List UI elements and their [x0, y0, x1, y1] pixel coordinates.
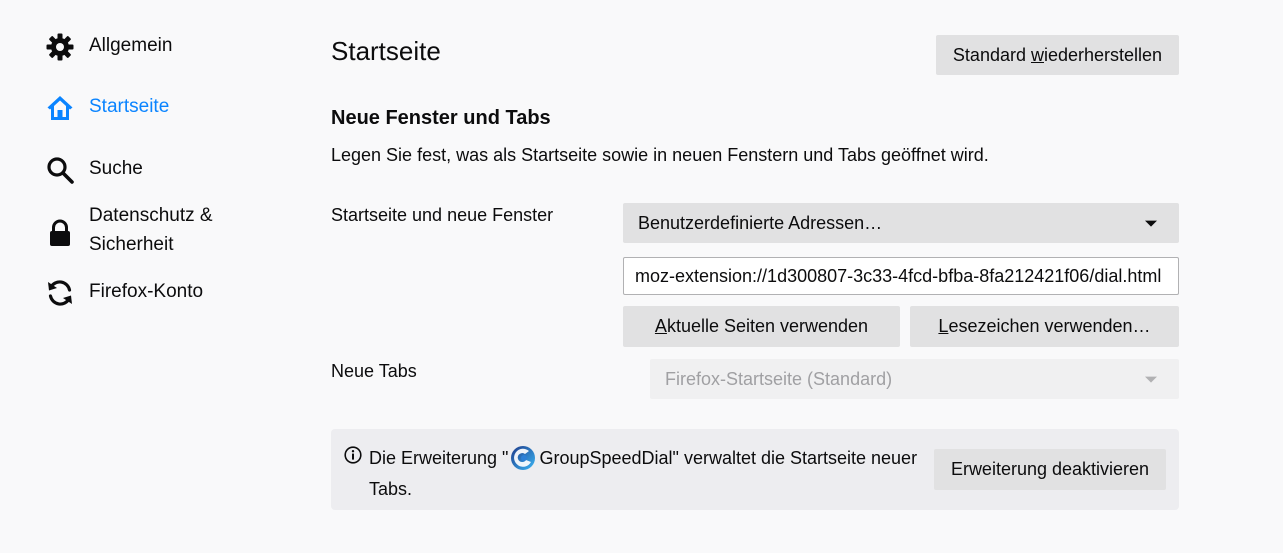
- notice-text: Die Erweiterung " GroupSpeedDial" verwal…: [369, 443, 929, 505]
- chevron-down-icon: [1145, 376, 1157, 383]
- search-icon: [44, 154, 76, 186]
- sidebar-item-firefox-konto[interactable]: Firefox-Konto: [44, 277, 203, 309]
- use-bookmark-accesskey: L: [938, 316, 949, 336]
- gear-icon: [44, 31, 76, 63]
- lock-icon: [44, 217, 76, 249]
- sidebar-item-label: Suche: [89, 158, 143, 179]
- use-bookmark-button[interactable]: Lesezeichen verwenden…: [910, 306, 1179, 347]
- sidebar-item-startseite[interactable]: Startseite: [44, 92, 169, 124]
- groupspeeddial-extension-icon: [511, 446, 536, 470]
- new-tabs-label: Neue Tabs: [331, 361, 417, 381]
- restore-defaults-label-prefix: Standard: [952, 44, 1031, 65]
- restore-defaults-button[interactable]: Standard w iederherstellen: [936, 35, 1179, 75]
- extension-control-notice: Die Erweiterung " GroupSpeedDial" verwal…: [331, 429, 1179, 510]
- sidebar-item-label: Startseite: [89, 96, 170, 117]
- section-description: Legen Sie fest, was als Startseite sowie…: [331, 145, 989, 165]
- use-current-pages-accesskey: A: [654, 316, 667, 336]
- homepage-url-input[interactable]: [623, 257, 1179, 295]
- sidebar-item-label: Firefox-Konto: [89, 281, 204, 302]
- use-bookmark-label: esezeichen verwenden…: [948, 316, 1151, 336]
- extension-name: GroupSpeedDial: [539, 448, 673, 468]
- homepage-label: Startseite und neue Fenster: [331, 205, 554, 225]
- sidebar: Allgemein Startseite Suche Datenschutz &…: [0, 0, 300, 553]
- restore-defaults-label-suffix: iederherstellen: [1043, 44, 1163, 65]
- restore-defaults-accesskey: w: [1030, 44, 1044, 65]
- home-icon: [44, 92, 76, 124]
- preferences-page: Allgemein Startseite Suche Datenschutz &…: [0, 0, 1283, 553]
- use-current-pages-button[interactable]: Aktuelle Seiten verwenden: [623, 306, 900, 347]
- chevron-down-icon: [1145, 220, 1157, 227]
- sidebar-item-datenschutz[interactable]: Datenschutz & Sicherheit: [44, 201, 249, 259]
- new-tabs-dropdown[interactable]: Firefox-Startseite (Standard): [650, 359, 1179, 399]
- sidebar-item-label: Datenschutz & Sicherheit: [89, 205, 213, 255]
- notice-text-before: Die Erweiterung ": [369, 448, 509, 468]
- sidebar-item-allgemein[interactable]: Allgemein: [44, 31, 172, 63]
- homepage-mode-selected: Benutzerdefinierte Adressen…: [638, 212, 883, 233]
- use-current-pages-label: ktuelle Seiten verwenden: [666, 316, 869, 336]
- disable-extension-button[interactable]: Erweiterung deaktivieren: [934, 449, 1166, 490]
- sync-icon: [44, 277, 76, 309]
- info-icon: [344, 446, 362, 464]
- sidebar-item-suche[interactable]: Suche: [44, 154, 143, 186]
- page-title: Startseite: [331, 36, 441, 66]
- new-tabs-selected: Firefox-Startseite (Standard): [665, 368, 893, 389]
- sidebar-item-label: Allgemein: [89, 35, 173, 56]
- homepage-mode-dropdown[interactable]: Benutzerdefinierte Adressen…: [623, 203, 1179, 243]
- section-title: Neue Fenster und Tabs: [331, 107, 551, 129]
